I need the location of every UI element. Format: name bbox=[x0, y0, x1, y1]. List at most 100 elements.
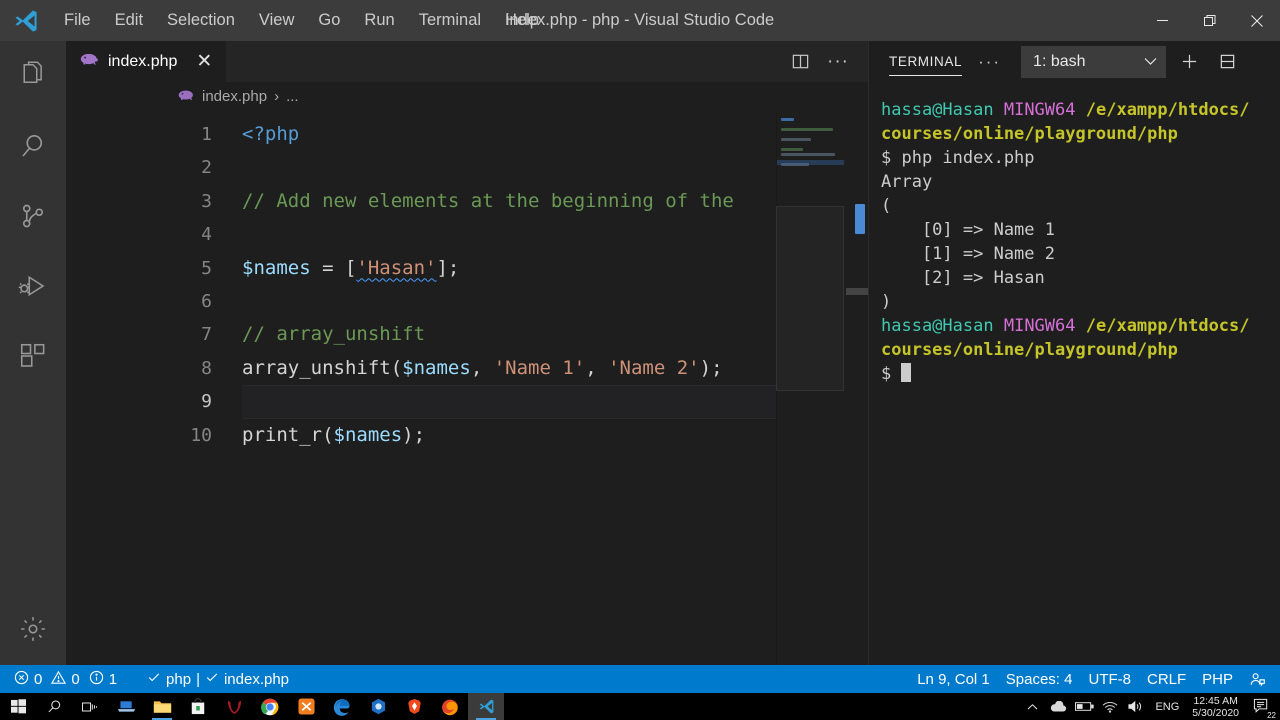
code-line[interactable]: 2 bbox=[66, 151, 868, 184]
tab-close-icon[interactable]: ✕ bbox=[194, 52, 214, 71]
terminal-select[interactable]: 1: bash bbox=[1021, 45, 1167, 78]
menu-selection[interactable]: Selection bbox=[155, 0, 247, 41]
status-php-intelephense[interactable]: php | index.php bbox=[139, 665, 297, 693]
code-line[interactable]: 4 bbox=[66, 218, 868, 251]
terminal-segment: MINGW64 bbox=[1003, 100, 1076, 120]
minimap[interactable] bbox=[776, 110, 844, 665]
menu-run[interactable]: Run bbox=[352, 0, 406, 41]
editor-more-actions-icon[interactable]: ··· bbox=[822, 46, 854, 78]
close-button[interactable] bbox=[1233, 0, 1280, 41]
error-count: 0 bbox=[34, 670, 43, 688]
terminal-line: courses/online/playground/php bbox=[881, 338, 1280, 362]
microsoft-edge-icon[interactable] bbox=[324, 693, 360, 720]
code-line[interactable]: 6 bbox=[66, 285, 868, 318]
firefox-icon[interactable] bbox=[432, 693, 468, 720]
terminal-segment: hassa@Hasan bbox=[881, 100, 994, 120]
extensions-icon[interactable] bbox=[0, 321, 66, 391]
system-tray: ENG 12:45 AM 5/30/2020 22 bbox=[1019, 693, 1280, 720]
code-line[interactable]: 7 // array_unshift bbox=[66, 318, 868, 351]
code-editor[interactable]: 1 <?php 2 3 // Add new elements at the begin… bbox=[66, 110, 868, 665]
clock[interactable]: 12:45 AM 5/30/2020 bbox=[1185, 695, 1246, 719]
title-bar: File Edit Selection View Go Run Terminal… bbox=[0, 0, 1280, 41]
editor-actions: ··· bbox=[784, 41, 868, 82]
status-cursor-position[interactable]: Ln 9, Col 1 bbox=[909, 665, 998, 693]
tray-chevron-up-icon[interactable] bbox=[1019, 693, 1045, 720]
line-text: $names = ['Hasan']; bbox=[242, 252, 459, 285]
status-language-mode[interactable]: PHP bbox=[1194, 665, 1241, 693]
windows-start-icon[interactable] bbox=[0, 693, 36, 720]
terminal-segment: courses/online/playground/php bbox=[881, 124, 1178, 144]
editor-group: index.php ✕ ··· index.php › ... 1 <?php … bbox=[66, 41, 868, 665]
terminal-segment: Array bbox=[881, 172, 933, 192]
code-line[interactable]: 3 // Add new elements at the beginning of… bbox=[66, 185, 868, 218]
status-bar: 0 0 1 php | index.php Ln 9, Col 1 Spaces… bbox=[0, 665, 1280, 693]
split-editor-icon[interactable] bbox=[784, 46, 816, 78]
battery-icon[interactable] bbox=[1071, 693, 1097, 720]
code-line[interactable]: 9 bbox=[66, 385, 868, 419]
code-token: ); bbox=[402, 423, 426, 446]
code-line[interactable]: 10 print_r($names); bbox=[66, 419, 868, 452]
code-token: $names bbox=[242, 256, 311, 279]
xampp-icon[interactable] bbox=[288, 693, 324, 720]
wifi-icon[interactable] bbox=[1097, 693, 1123, 720]
split-terminal-icon[interactable] bbox=[1212, 47, 1242, 77]
editor-vertical-scrollbar[interactable] bbox=[844, 110, 868, 665]
menu-view[interactable]: View bbox=[247, 0, 306, 41]
google-chrome-icon[interactable] bbox=[252, 693, 288, 720]
editor-horizontal-scrollbar[interactable] bbox=[846, 288, 868, 295]
status-eol[interactable]: CRLF bbox=[1139, 665, 1194, 693]
minimap-slider[interactable] bbox=[776, 206, 844, 391]
terminal-select-value: 1: bash bbox=[1033, 52, 1086, 70]
tab-terminal[interactable]: TERMINAL bbox=[889, 54, 963, 76]
explorer-icon[interactable] bbox=[0, 41, 66, 111]
source-control-icon[interactable] bbox=[0, 181, 66, 251]
minimize-button[interactable] bbox=[1139, 0, 1186, 41]
status-encoding[interactable]: UTF-8 bbox=[1080, 665, 1139, 693]
microsoft-store-icon[interactable] bbox=[180, 693, 216, 720]
terminal-output[interactable]: hassa@Hasan MINGW64 /e/xampp/htdocs/cour… bbox=[869, 82, 1280, 665]
volume-icon[interactable] bbox=[1123, 693, 1149, 720]
line-text: // array_unshift bbox=[242, 318, 425, 351]
vscode-taskbar-icon[interactable] bbox=[468, 693, 504, 720]
status-problems[interactable]: 0 0 1 bbox=[0, 665, 125, 693]
scrollbar-thumb[interactable] bbox=[855, 204, 865, 234]
panel-more-actions-icon[interactable]: ··· bbox=[966, 52, 1013, 72]
terminal-segment: hassa@Hasan bbox=[881, 316, 994, 336]
line-number: 7 bbox=[201, 324, 212, 346]
language-indicator[interactable]: ENG bbox=[1149, 701, 1185, 713]
blue-hexagon-icon[interactable] bbox=[360, 693, 396, 720]
file-explorer-icon[interactable] bbox=[144, 693, 180, 720]
panel-header: TERMINAL ··· 1: bash bbox=[869, 41, 1280, 82]
breadcrumb-file[interactable]: index.php bbox=[202, 88, 267, 105]
onedrive-cloud-icon[interactable] bbox=[1045, 693, 1071, 720]
search-icon[interactable] bbox=[0, 111, 66, 181]
info-icon bbox=[89, 670, 104, 689]
breadcrumb-ellipsis[interactable]: ... bbox=[286, 88, 299, 105]
info-count: 1 bbox=[108, 670, 118, 688]
status-indentation[interactable]: Spaces: 4 bbox=[998, 665, 1081, 693]
run-debug-icon[interactable] bbox=[0, 251, 66, 321]
menu-go[interactable]: Go bbox=[306, 0, 352, 41]
check-icon bbox=[147, 670, 161, 688]
new-terminal-icon[interactable] bbox=[1174, 47, 1204, 77]
menu-terminal[interactable]: Terminal bbox=[407, 0, 493, 41]
code-line[interactable]: 8 array_unshift($names, 'Name 1', 'Name 2… bbox=[66, 352, 868, 385]
brave-browser-icon[interactable] bbox=[396, 693, 432, 720]
active-line-highlight bbox=[242, 385, 868, 419]
menu-edit[interactable]: Edit bbox=[103, 0, 155, 41]
alienware-icon[interactable] bbox=[216, 693, 252, 720]
code-line[interactable]: 1 <?php bbox=[66, 118, 868, 151]
remote-desktop-icon[interactable] bbox=[108, 693, 144, 720]
notifications-icon[interactable]: 22 bbox=[1246, 693, 1276, 720]
maximize-button[interactable] bbox=[1186, 0, 1233, 41]
tab-index-php[interactable]: index.php ✕ bbox=[66, 41, 228, 82]
menu-file[interactable]: File bbox=[52, 0, 103, 41]
task-view-icon[interactable] bbox=[72, 693, 108, 720]
code-token: = [ bbox=[310, 256, 357, 279]
menu-help[interactable]: Help bbox=[493, 0, 551, 41]
code-line[interactable]: 5 $names = ['Hasan']; bbox=[66, 252, 868, 285]
taskbar-search-icon[interactable] bbox=[36, 693, 72, 720]
feedback-smiley-icon[interactable] bbox=[1241, 665, 1280, 693]
terminal-panel: TERMINAL ··· 1: bash hassa@Hasan MINGW64… bbox=[868, 41, 1280, 665]
gear-icon[interactable] bbox=[0, 593, 66, 665]
